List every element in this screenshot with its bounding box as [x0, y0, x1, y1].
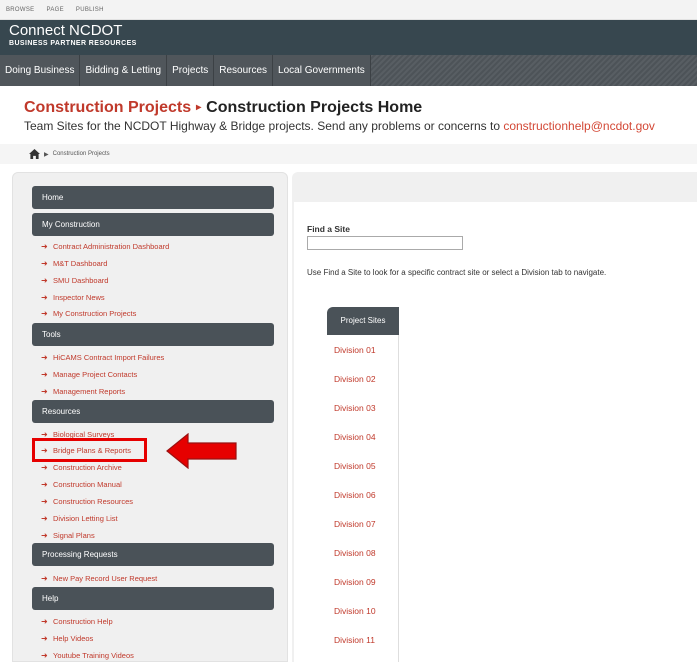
tab-division-04[interactable]: Division 04 — [334, 432, 376, 442]
arrow-right-icon: ➜ — [41, 370, 48, 379]
tab-division-01[interactable]: Division 01 — [334, 345, 376, 355]
arrow-right-icon: ➜ — [41, 514, 48, 523]
nav-resources[interactable]: Resources — [214, 55, 274, 86]
tab-division-08[interactable]: Division 08 — [334, 548, 376, 558]
top-navigation: Doing Business Bidding & Letting Project… — [0, 55, 697, 86]
tab-project-sites[interactable]: Project Sites — [327, 307, 399, 335]
find-site-label: Find a Site — [307, 224, 350, 234]
arrow-right-icon: ➜ — [41, 309, 48, 318]
site-logo-subtitle: BUSINESS PARTNER RESOURCES — [9, 40, 137, 47]
nav-local-governments[interactable]: Local Governments — [273, 55, 371, 86]
arrow-right-icon: ➜ — [41, 480, 48, 489]
nav-bidding-letting[interactable]: Bidding & Letting — [80, 55, 168, 86]
sidebar-link-mt-dashboard[interactable]: ➜ M&T Dashboard — [41, 258, 107, 269]
sidebar-link-help-videos[interactable]: ➜ Help Videos — [41, 633, 93, 644]
sidebar-link-hicams-import-failures[interactable]: ➜ HiCAMS Contract Import Failures — [41, 352, 164, 363]
support-email-link[interactable]: constructionhelp@ncdot.gov — [503, 119, 655, 133]
sidebar-link-division-letting-list[interactable]: ➜ Division Letting List — [41, 513, 118, 524]
find-site-help-text: Use Find a Site to look for a specific c… — [307, 268, 607, 277]
sidebar-link-inspector-news[interactable]: ➜ Inspector News — [41, 292, 105, 303]
nav-doing-business[interactable]: Doing Business — [0, 55, 81, 86]
page-description: Team Sites for the NCDOT Highway & Bridg… — [24, 119, 655, 133]
tab-division-09[interactable]: Division 09 — [334, 577, 376, 587]
sidebar-link-contract-admin-dashboard[interactable]: ➜ Contract Administration Dashboard — [41, 241, 169, 252]
sidebar-link-my-construction-projects[interactable]: ➜ My Construction Projects — [41, 308, 136, 319]
arrow-right-icon: ➜ — [41, 574, 48, 583]
sidebar-link-construction-manual[interactable]: ➜ Construction Manual — [41, 479, 122, 490]
arrow-right-icon: ➜ — [41, 276, 48, 285]
sidebar-header-resources[interactable]: Resources — [32, 400, 274, 423]
sidebar-link-youtube-training-videos[interactable]: ➜ Youtube Training Videos — [41, 650, 134, 661]
sidebar-link-management-reports[interactable]: ➜ Management Reports — [41, 386, 125, 397]
sidebar-link-construction-help[interactable]: ➜ Construction Help — [41, 616, 113, 627]
tab-division-03[interactable]: Division 03 — [334, 403, 376, 413]
tab-division-07[interactable]: Division 07 — [334, 519, 376, 529]
page-description-text: Team Sites for the NCDOT Highway & Bridg… — [24, 119, 504, 133]
sidebar-link-manage-project-contacts[interactable]: ➜ Manage Project Contacts — [41, 369, 137, 380]
ribbon-tab-publish[interactable]: PUBLISH — [76, 7, 104, 13]
sidebar-header-my-construction[interactable]: My Construction — [32, 213, 274, 236]
ribbon-tab-browse[interactable]: BROWSE — [6, 7, 34, 13]
annotation-arrow-icon — [166, 433, 237, 469]
arrow-right-icon: ➜ — [41, 497, 48, 506]
ribbon-bar: BROWSE PAGE PUBLISH — [0, 0, 697, 20]
breadcrumb-current[interactable]: Construction Projects — [53, 151, 110, 157]
arrow-right-icon: ➜ — [41, 651, 48, 660]
sidebar-item-home[interactable]: Home — [32, 186, 274, 209]
title-crumb-link[interactable]: Construction Projects — [24, 99, 191, 116]
tab-division-11[interactable]: Division 11 — [334, 635, 375, 645]
arrow-right-icon: ➜ — [41, 353, 48, 362]
annotation-highlight-box — [32, 438, 147, 462]
site-logo-title[interactable]: Connect NCDOT — [9, 23, 122, 39]
tab-division-06[interactable]: Division 06 — [334, 490, 376, 500]
sidebar-header-help[interactable]: Help — [32, 587, 274, 610]
page-title-text: Construction Projects Home — [206, 99, 423, 116]
breadcrumb: ▶ Construction Projects — [0, 144, 697, 164]
arrow-right-icon: ➜ — [41, 463, 48, 472]
site-header: Connect NCDOT BUSINESS PARTNER RESOURCES — [0, 20, 697, 55]
arrow-right-icon: ➜ — [41, 293, 48, 302]
sidebar-link-new-pay-record-request[interactable]: ➜ New Pay Record User Request — [41, 573, 157, 584]
sidebar-header-tools[interactable]: Tools — [32, 323, 274, 346]
tab-division-05[interactable]: Division 05 — [334, 461, 376, 471]
arrow-right-icon: ➜ — [41, 259, 48, 268]
arrow-right-icon: ➜ — [41, 242, 48, 251]
sidebar-header-processing-requests[interactable]: Processing Requests — [32, 543, 274, 566]
sidebar-link-smu-dashboard[interactable]: ➜ SMU Dashboard — [41, 275, 108, 286]
nav-projects[interactable]: Projects — [167, 55, 215, 86]
sidebar-link-construction-archive[interactable]: ➜ Construction Archive — [41, 462, 122, 473]
arrow-right-icon: ➜ — [41, 387, 48, 396]
find-site-input[interactable] — [307, 236, 463, 250]
arrow-right-icon: ➜ — [41, 634, 48, 643]
sidebar-link-construction-resources[interactable]: ➜ Construction Resources — [41, 496, 133, 507]
home-icon[interactable] — [29, 149, 40, 159]
sidebar-link-signal-plans[interactable]: ➜ Signal Plans — [41, 530, 95, 541]
page-title: Construction Projects ▸ Construction Proje… — [24, 99, 422, 117]
arrow-right-icon: ➜ — [41, 531, 48, 540]
tab-division-02[interactable]: Division 02 — [334, 374, 376, 384]
tab-division-10[interactable]: Division 10 — [334, 606, 376, 616]
breadcrumb-arrow-icon: ▶ — [44, 151, 49, 158]
title-separator-icon: ▸ — [196, 102, 202, 113]
ribbon-tab-page[interactable]: PAGE — [46, 7, 63, 13]
arrow-right-icon: ➜ — [41, 617, 48, 626]
